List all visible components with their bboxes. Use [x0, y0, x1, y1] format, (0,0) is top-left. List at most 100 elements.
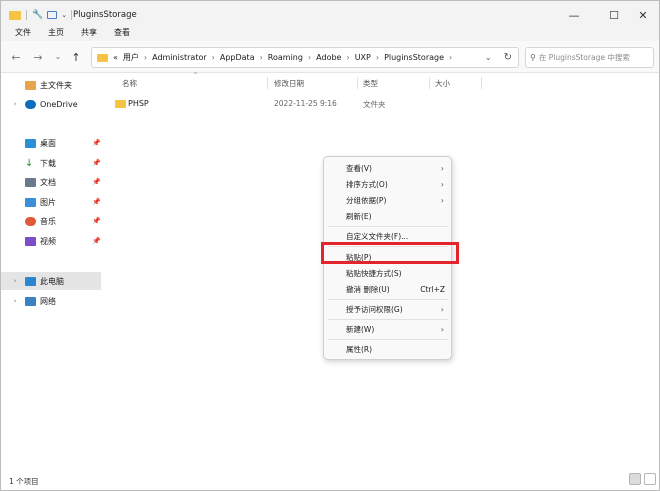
pin-icon[interactable]: 📌 — [92, 237, 101, 245]
menu-item-label: 刷新(E) — [346, 211, 372, 221]
breadcrumb-separator: › — [143, 53, 148, 62]
menu-item-group-by[interactable]: 分组依据(P) › — [324, 192, 451, 208]
sidebar-item-documents[interactable]: 文档 — [1, 173, 101, 191]
menu-item-paste-shortcut[interactable]: 粘贴快捷方式(S) — [324, 265, 451, 281]
breadcrumb-item[interactable]: 用户 — [123, 52, 139, 63]
file-name: PHSP — [128, 99, 149, 108]
ribbon-menu: 文件 主页 共享 查看 — [1, 23, 659, 41]
chevron-down-icon[interactable]: ⌄ — [61, 11, 67, 19]
chevron-right-icon: › — [440, 324, 444, 334]
annotation-highlight-box — [321, 242, 459, 264]
desktop-icon — [25, 138, 36, 148]
menu-item-undo-delete[interactable]: 撤消 删除(U) Ctrl+Z — [324, 281, 451, 297]
breadcrumb-item[interactable]: PluginsStorage — [384, 53, 444, 62]
download-icon: ↓ — [25, 157, 34, 169]
ribbon-file[interactable]: 文件 — [15, 27, 31, 38]
breadcrumb-item[interactable]: UXP — [355, 53, 371, 62]
menu-divider — [328, 339, 448, 340]
breadcrumb-separator: › — [375, 53, 380, 62]
search-input[interactable]: ⚲ 在 PluginsStorage 中搜索 — [525, 47, 654, 68]
column-header-row — [105, 74, 655, 92]
sidebar-item-label: 桌面 — [40, 138, 56, 148]
sidebar-item-network[interactable]: › 网络 — [1, 292, 101, 310]
breadcrumb-item[interactable]: Adobe — [316, 53, 341, 62]
sidebar-item-desktop[interactable]: 桌面 — [1, 134, 101, 152]
breadcrumb-overflow[interactable]: « — [113, 53, 118, 62]
column-divider[interactable] — [481, 77, 482, 89]
column-header-name[interactable]: 名称 — [122, 78, 137, 89]
recent-locations-button[interactable]: ⌄ — [51, 52, 65, 61]
sidebar-item-videos[interactable]: 视频 — [1, 232, 101, 250]
chevron-right-icon[interactable]: › — [9, 277, 21, 285]
sidebar: 主文件夹 › OneDrive 桌面 📌 ↓ 下载 📌 文档 📌 图片 📌 音乐… — [1, 74, 102, 469]
chevron-right-icon[interactable]: › — [9, 100, 21, 108]
refresh-button[interactable]: ↻ — [504, 52, 512, 63]
status-item-count: 1 个项目 — [9, 477, 39, 486]
table-row[interactable]: PHSP 2022-11-25 9:16 文件夹 — [105, 96, 485, 112]
column-divider[interactable] — [429, 77, 430, 89]
address-bar[interactable]: « 用户 › Administrator › AppData › Roaming… — [91, 47, 519, 68]
sidebar-item-this-pc[interactable]: › 此电脑 — [1, 272, 101, 290]
sidebar-item-music[interactable]: 音乐 — [1, 212, 101, 230]
menu-item-refresh[interactable]: 刷新(E) — [324, 208, 451, 224]
chevron-right-icon: › — [440, 195, 444, 205]
sidebar-item-onedrive[interactable]: › OneDrive — [1, 95, 101, 113]
breadcrumb-separator: › — [307, 53, 312, 62]
column-divider[interactable] — [267, 77, 268, 89]
column-header-size[interactable]: 大小 — [435, 78, 450, 89]
ribbon-home[interactable]: 主页 — [48, 27, 64, 38]
pin-icon[interactable]: 📌 — [92, 178, 101, 186]
menu-item-label: 排序方式(O) — [346, 179, 388, 189]
forward-button[interactable]: → — [31, 51, 45, 64]
chevron-right-icon: › — [440, 304, 444, 314]
sidebar-item-label: 下载 — [40, 158, 56, 168]
ribbon-view[interactable]: 查看 — [114, 27, 130, 38]
menu-item-new[interactable]: 新建(W) › — [324, 321, 451, 337]
breadcrumb-item[interactable]: AppData — [220, 53, 255, 62]
tiles-view-icon[interactable] — [644, 473, 656, 485]
file-modified: 2022-11-25 9:16 — [274, 99, 337, 108]
search-icon: ⚲ — [530, 53, 536, 62]
breadcrumb-separator: › — [449, 53, 453, 62]
ribbon-share[interactable]: 共享 — [81, 27, 97, 38]
menu-item-label: 查看(V) — [346, 163, 372, 173]
column-header-type[interactable]: 类型 — [363, 78, 378, 89]
sidebar-item-downloads[interactable]: ↓ 下载 — [1, 154, 101, 172]
file-explorer-window: 🔧 ⌄ PluginsStorage — ☐ ✕ 文件 主页 共享 查看 ← →… — [0, 0, 660, 491]
address-dropdown-button[interactable]: ⌄ — [485, 53, 492, 62]
divider — [26, 10, 27, 20]
sidebar-item-label: 此电脑 — [40, 276, 64, 286]
menu-item-label: 新建(W) — [346, 324, 375, 334]
details-view-icon[interactable] — [629, 473, 641, 485]
pin-icon[interactable]: 📌 — [92, 217, 101, 225]
column-divider[interactable] — [357, 77, 358, 89]
menu-item-properties[interactable]: 属性(R) — [324, 341, 451, 357]
breadcrumb-item[interactable]: Roaming — [268, 53, 303, 62]
breadcrumb-item[interactable]: Administrator — [152, 53, 207, 62]
menu-item-give-access[interactable]: 授予访问权限(G) › — [324, 301, 451, 317]
chevron-right-icon[interactable]: › — [9, 297, 21, 305]
computer-icon — [25, 276, 36, 286]
network-icon — [25, 296, 36, 306]
new-folder-icon[interactable] — [47, 11, 58, 19]
pin-icon[interactable]: 📌 — [92, 159, 101, 167]
cloud-icon — [25, 99, 36, 109]
folder-icon[interactable] — [9, 10, 21, 20]
menu-item-sort-by[interactable]: 排序方式(O) › — [324, 176, 451, 192]
menu-item-shortcut: Ctrl+Z — [420, 284, 445, 294]
breadcrumb-separator: › — [346, 53, 350, 62]
back-button[interactable]: ← — [9, 51, 23, 64]
menu-item-label: 属性(R) — [346, 344, 373, 354]
pin-icon[interactable]: 📌 — [92, 198, 101, 206]
sort-indicator-icon: ^ — [193, 72, 199, 79]
search-placeholder: 在 PluginsStorage 中搜索 — [538, 53, 630, 62]
sidebar-item-home[interactable]: 主文件夹 — [1, 76, 101, 94]
properties-icon[interactable]: 🔧 — [32, 10, 43, 20]
home-icon — [25, 80, 36, 90]
pin-icon[interactable]: 📌 — [92, 139, 101, 147]
column-header-modified[interactable]: 修改日期 — [274, 78, 304, 89]
sidebar-item-pictures[interactable]: 图片 — [1, 193, 101, 211]
sidebar-item-label: 网络 — [40, 296, 56, 306]
up-button[interactable]: ↑ — [69, 51, 83, 64]
menu-item-view[interactable]: 查看(V) › — [324, 160, 451, 176]
